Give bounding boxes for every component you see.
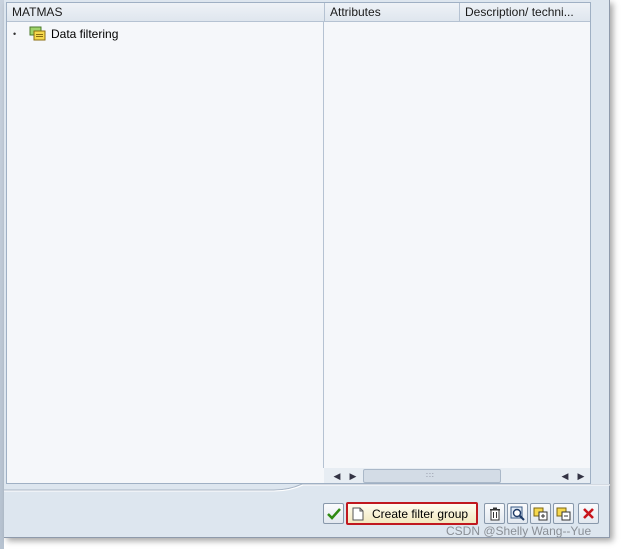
tree-node-label: Data filtering xyxy=(51,27,119,41)
delete-button[interactable] xyxy=(484,503,505,524)
scroll-grip-icon: ::: xyxy=(426,472,435,479)
check-icon xyxy=(326,507,341,520)
find-button[interactable] xyxy=(507,503,528,524)
scroll-right-icon[interactable]: ▶ xyxy=(576,470,586,482)
trash-icon xyxy=(489,507,500,520)
filter-dialog: MATMAS Attributes Description/ techni...… xyxy=(4,0,610,538)
create-filter-group-button[interactable]: Create filter group xyxy=(346,502,479,525)
horizontal-scrollbar-area: ◀ ▶ ::: ◀ ▶ xyxy=(324,468,590,483)
document-icon xyxy=(352,507,364,520)
tree-panel: MATMAS Attributes Description/ techni...… xyxy=(6,2,591,484)
scroll-left-icon[interactable]: ◀ xyxy=(560,470,570,482)
confirm-button[interactable] xyxy=(323,503,344,524)
tree-node-data-filtering[interactable]: • Data filtering xyxy=(13,25,118,43)
column-header-description[interactable]: Description/ techni... xyxy=(459,3,590,22)
horizontal-scrollbar[interactable]: ::: xyxy=(363,469,501,483)
create-filter-group-label: Create filter group xyxy=(372,506,469,521)
watermark-text: CSDN @Shelly Wang--Yue xyxy=(446,524,592,538)
tree-bullet: • xyxy=(13,29,17,39)
close-icon xyxy=(583,508,594,519)
column-header-row: MATMAS Attributes Description/ techni... xyxy=(7,3,590,22)
collapse-icon xyxy=(556,507,571,521)
column-divider[interactable] xyxy=(323,22,324,468)
scroll-left-icon[interactable]: ◀ xyxy=(332,470,342,482)
expand-icon xyxy=(533,507,548,521)
filter-folder-icon xyxy=(29,26,46,41)
scroll-right-icon[interactable]: ▶ xyxy=(348,470,358,482)
find-icon xyxy=(510,506,525,521)
collapse-subtree-button[interactable] xyxy=(553,503,574,524)
column-header-matmas[interactable]: MATMAS xyxy=(7,3,323,22)
expand-subtree-button[interactable] xyxy=(530,503,551,524)
column-header-attributes[interactable]: Attributes xyxy=(324,3,458,22)
cancel-button[interactable] xyxy=(578,503,599,524)
